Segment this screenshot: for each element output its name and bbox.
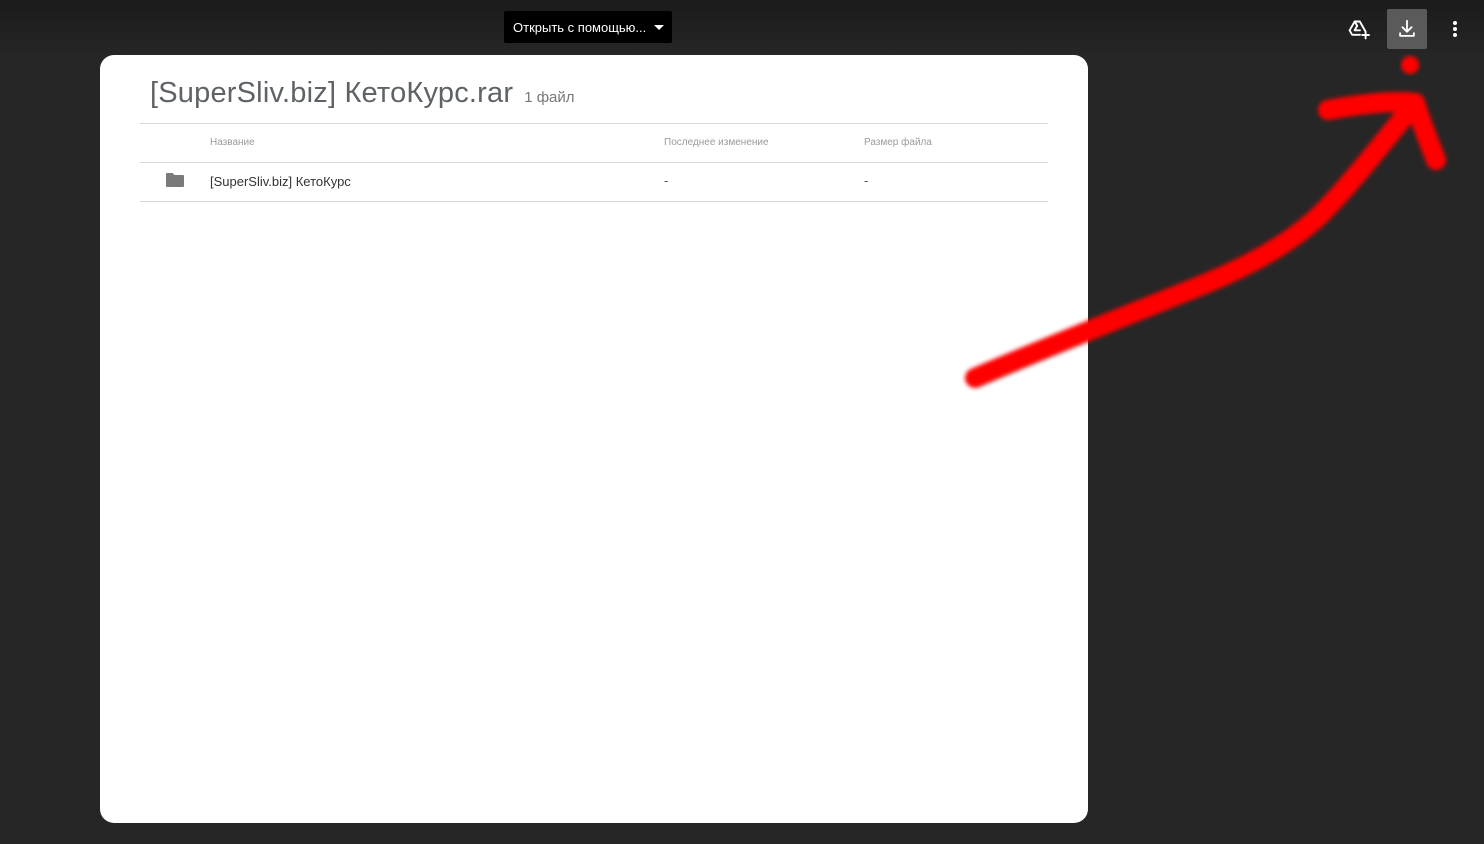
- row-size: -: [864, 173, 869, 188]
- download-icon: [1399, 19, 1415, 37]
- archive-preview-card: [SuperSliv.biz] КетоКурс.rar 1 файл Назв…: [100, 55, 1088, 823]
- open-with-label: Открыть с помощью...: [513, 19, 647, 35]
- top-toolbar: Открыть с помощью...: [0, 0, 1484, 56]
- add-to-drive-button[interactable]: [1339, 9, 1379, 49]
- column-header-modified[interactable]: Последнее изменение: [664, 137, 769, 148]
- table-row[interactable]: [SuperSliv.biz] КетоКурс - -: [140, 163, 1048, 201]
- archive-header: [SuperSliv.biz] КетоКурс.rar 1 файл: [150, 77, 575, 110]
- archive-title: [SuperSliv.biz] КетоКурс.rar: [150, 77, 514, 109]
- more-vert-icon: [1453, 21, 1457, 37]
- file-count: 1 файл: [524, 89, 575, 106]
- column-header-size[interactable]: Размер файла: [864, 137, 932, 148]
- row-name: [SuperSliv.biz] КетоКурс: [210, 174, 351, 189]
- caret-down-icon: [654, 25, 664, 30]
- row-modified: -: [664, 173, 669, 188]
- add-to-drive-icon: [1348, 20, 1370, 40]
- row-divider: [140, 201, 1048, 202]
- open-with-button[interactable]: Открыть с помощью...: [504, 11, 672, 43]
- header-divider: [140, 123, 1048, 124]
- column-header-name[interactable]: Название: [210, 137, 255, 148]
- folder-icon: [166, 173, 184, 187]
- more-options-button[interactable]: [1435, 9, 1475, 49]
- download-button[interactable]: [1387, 9, 1427, 49]
